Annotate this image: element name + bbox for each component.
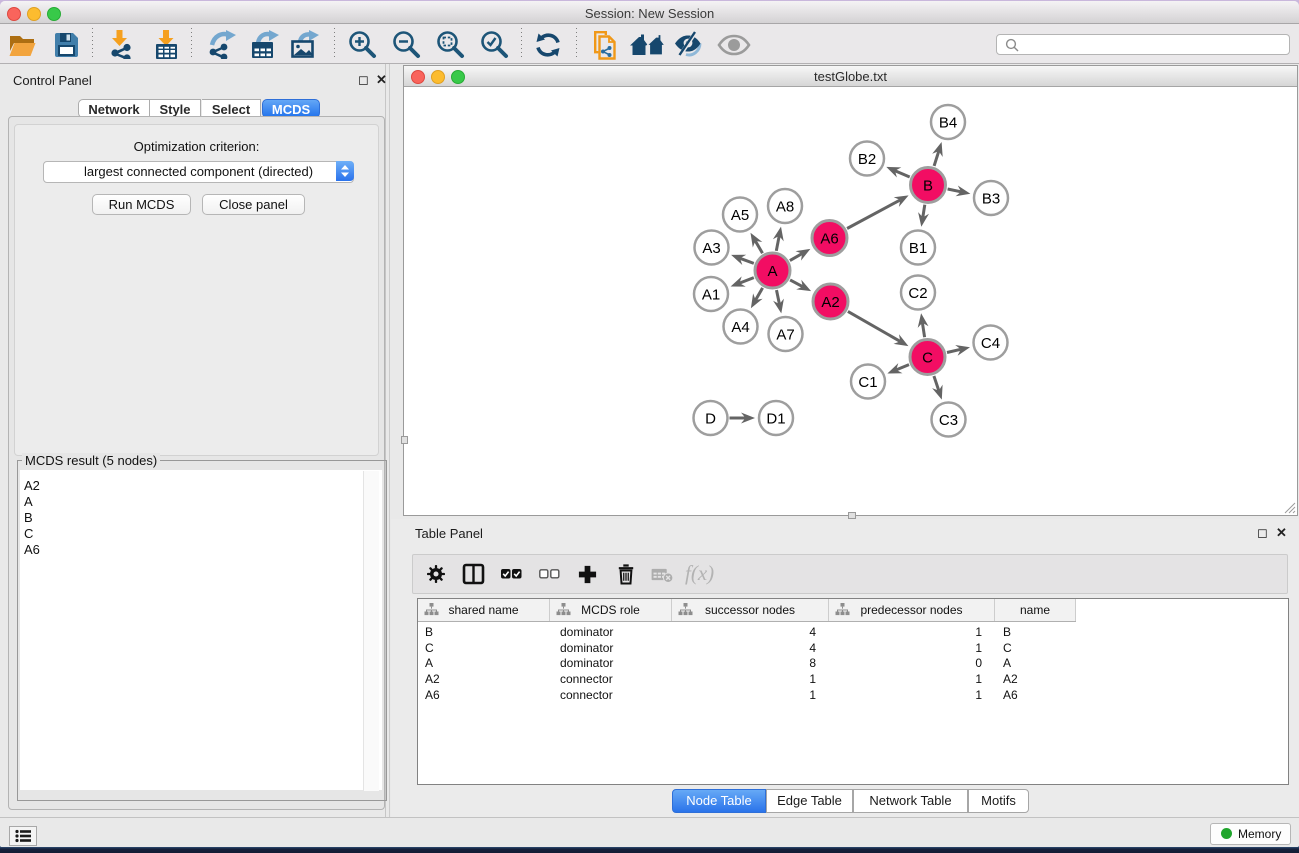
svg-text:A8: A8 — [776, 199, 794, 216]
svg-text:A5: A5 — [731, 207, 749, 224]
svg-text:B2: B2 — [858, 151, 876, 168]
svg-text:D1: D1 — [766, 411, 785, 428]
svg-text:C4: C4 — [981, 335, 1000, 352]
svg-text:A2: A2 — [821, 294, 839, 311]
svg-text:A: A — [767, 263, 777, 280]
svg-text:A4: A4 — [731, 319, 749, 336]
svg-text:D: D — [705, 411, 716, 428]
svg-text:C1: C1 — [858, 374, 877, 391]
svg-text:B3: B3 — [982, 191, 1000, 208]
svg-text:A3: A3 — [702, 240, 720, 257]
svg-text:B1: B1 — [909, 240, 927, 257]
svg-text:A6: A6 — [820, 231, 838, 248]
svg-text:C2: C2 — [908, 285, 927, 302]
svg-text:A1: A1 — [702, 287, 720, 304]
svg-text:C3: C3 — [939, 412, 958, 429]
svg-text:C: C — [922, 350, 933, 367]
svg-text:B4: B4 — [939, 115, 957, 132]
svg-text:B: B — [923, 178, 933, 195]
svg-text:A7: A7 — [776, 327, 794, 344]
